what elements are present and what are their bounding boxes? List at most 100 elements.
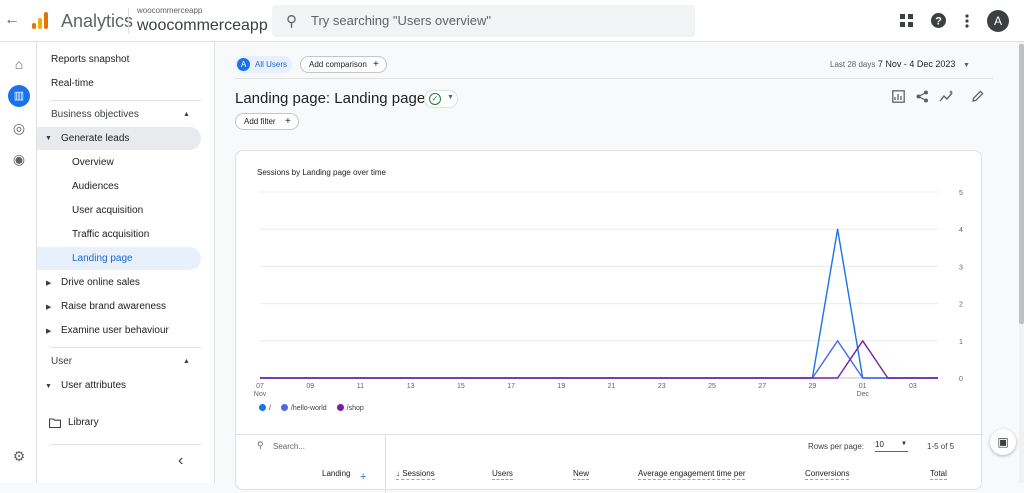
sidebar-section-user[interactable]: User <box>51 351 72 373</box>
x-tick-label: 17 <box>507 383 515 390</box>
legend-item[interactable]: / <box>259 404 271 412</box>
apps-grid-icon[interactable] <box>900 14 913 27</box>
share-icon[interactable] <box>916 90 929 103</box>
legend-dot-icon <box>259 404 266 411</box>
caret-right-icon[interactable]: ▶ <box>46 279 51 287</box>
legend-item[interactable]: /hello-world <box>280 404 327 412</box>
rows-per-page-value: 10 <box>875 440 884 449</box>
column-header-avg-engagement[interactable]: Average engagement time per <box>638 469 746 480</box>
column-header-conversions[interactable]: Conversions <box>805 469 850 480</box>
x-tick-label: 15 <box>457 383 465 390</box>
sidebar-item-overview[interactable]: Overview <box>72 152 114 174</box>
y-tick-label: 4 <box>959 227 963 234</box>
y-tick-label: 0 <box>959 376 963 383</box>
x-tick-label: 01 <box>859 383 867 390</box>
date-range-picker[interactable]: Last 28 days 7 Nov - 4 Dec 2023 ▼ <box>830 59 970 69</box>
y-tick-label: 2 <box>959 302 963 309</box>
legend-dot-icon <box>336 404 344 411</box>
check-circle-icon: ✓ <box>429 93 441 105</box>
chart-legend: / /hello-world /shop <box>259 404 372 412</box>
home-icon[interactable]: ⌂ <box>9 54 29 74</box>
y-tick-label: 1 <box>959 339 963 346</box>
x-tick-label: 19 <box>557 383 565 390</box>
settings-icon[interactable]: ⚙ <box>9 446 29 466</box>
sidebar-divider <box>51 444 201 445</box>
table-search-input[interactable]: Search... <box>273 442 305 451</box>
sidebar-item-user-attributes[interactable]: User attributes <box>61 375 126 397</box>
add-comparison-button[interactable]: Add comparison + <box>300 56 387 73</box>
x-tick-sublabel: Dec <box>856 391 869 398</box>
chevron-up-icon[interactable]: ▲ <box>183 358 190 365</box>
line-chart: 01234507Nov09 11 13 15 17 19 21 23 25 27 29 01Dec03 <box>254 190 963 398</box>
legend-label: /hello-world <box>290 405 327 412</box>
sidebar-item-library[interactable]: Library <box>68 412 99 434</box>
edit-pencil-icon[interactable] <box>971 90 984 103</box>
legend-item[interactable]: /shop <box>336 404 364 412</box>
date-range-value: 7 Nov - 4 Dec 2023 <box>877 59 956 69</box>
plus-icon: + <box>285 116 291 127</box>
rows-per-page-select[interactable]: 10 ▼ <box>875 440 908 452</box>
brand-name: Analytics <box>61 11 134 31</box>
customize-report-icon[interactable] <box>892 90 905 103</box>
sidebar-item-reports-snapshot[interactable]: Reports snapshot <box>51 49 129 71</box>
caret-down-icon[interactable]: ▼ <box>45 135 52 142</box>
search-icon: ⚲ <box>257 440 264 450</box>
chart-card: Sessions by Landing page over time 01234… <box>235 150 983 493</box>
search-input[interactable]: Try searching "Users overview" <box>311 13 491 28</box>
x-tick-label: 25 <box>708 383 716 390</box>
add-dimension-plus-icon[interactable]: + <box>360 471 366 483</box>
chevron-up-icon[interactable]: ▲ <box>183 111 190 118</box>
sidebar-item-landing-page[interactable]: Landing page <box>72 248 133 270</box>
series-line <box>260 340 938 379</box>
x-tick-label: 29 <box>809 383 817 390</box>
sidebar-divider <box>51 347 201 348</box>
x-tick-label: 07 <box>256 383 264 390</box>
feedback-button[interactable]: ▣ <box>990 429 1016 455</box>
all-users-badge: A <box>237 58 250 71</box>
more-vert-icon[interactable] <box>965 14 969 28</box>
scrollbar-thumb[interactable] <box>1019 44 1024 324</box>
nav-rail: ⌂ ▥ ◎ ◉ ⚙ <box>0 42 37 483</box>
legend-label: /shop <box>346 405 364 412</box>
column-header-users[interactable]: Users <box>492 469 513 480</box>
x-tick-label: 03 <box>909 383 917 390</box>
help-icon[interactable]: ? <box>931 13 946 28</box>
reports-icon[interactable]: ▥ <box>8 85 30 107</box>
y-tick-label: 3 <box>959 264 963 271</box>
sidebar-item-examine-user-behaviour[interactable]: Examine user behaviour <box>61 320 169 342</box>
reports-sidebar: Reports snapshot Real-time Business obje… <box>37 42 215 483</box>
y-tick-label: 5 <box>959 190 963 197</box>
caret-right-icon[interactable]: ▶ <box>46 327 51 335</box>
avatar[interactable]: A <box>987 10 1009 32</box>
property-name[interactable]: woocommerceapp <box>137 17 268 35</box>
comparison-all-users-chip[interactable]: A All Users <box>235 56 292 73</box>
sidebar-item-drive-online-sales[interactable]: Drive online sales <box>61 272 140 294</box>
search-bar[interactable]: ⚲ Try searching "Users overview" <box>272 5 695 37</box>
analytics-logo-icon[interactable] <box>30 11 50 31</box>
sidebar-item-traffic-acquisition[interactable]: Traffic acquisition <box>72 224 149 246</box>
sidebar-item-user-acquisition[interactable]: User acquisition <box>72 200 143 222</box>
advertising-icon[interactable]: ◉ <box>9 149 29 169</box>
account-name[interactable]: woocommerceapp <box>137 6 202 15</box>
sidebar-item-realtime[interactable]: Real-time <box>51 73 94 95</box>
table-toolbar: ⚲ Search... Rows per page: 10 ▼ 1-5 of 5 <box>236 434 983 493</box>
caret-down-icon[interactable]: ▼ <box>45 383 52 390</box>
sidebar-item-raise-brand-awareness[interactable]: Raise brand awareness <box>61 296 166 318</box>
add-filter-button[interactable]: Add filter + <box>235 113 299 130</box>
column-header-total[interactable]: Total <box>930 469 947 480</box>
caret-right-icon[interactable]: ▶ <box>46 303 51 311</box>
column-header-new[interactable]: New <box>573 469 590 480</box>
collapse-sidebar-icon[interactable]: ‹ <box>178 452 183 470</box>
report-status-dropdown[interactable]: ✓ ▼ <box>424 90 458 108</box>
sidebar-section-business-objectives[interactable]: Business objectives <box>51 104 139 126</box>
folder-icon <box>49 418 61 428</box>
sidebar-item-generate-leads[interactable]: Generate leads <box>61 128 129 150</box>
dropdown-caret-icon: ▼ <box>901 441 907 447</box>
pagination-text: 1-5 of 5 <box>927 442 955 451</box>
column-header-sessions[interactable]: ↓ Sessions <box>396 469 435 480</box>
sidebar-item-audiences[interactable]: Audiences <box>72 176 119 198</box>
insights-icon[interactable] <box>939 90 955 103</box>
explore-icon[interactable]: ◎ <box>9 118 29 138</box>
column-header-landing[interactable]: Landing <box>322 469 350 479</box>
back-arrow-icon[interactable]: ← <box>4 11 20 29</box>
